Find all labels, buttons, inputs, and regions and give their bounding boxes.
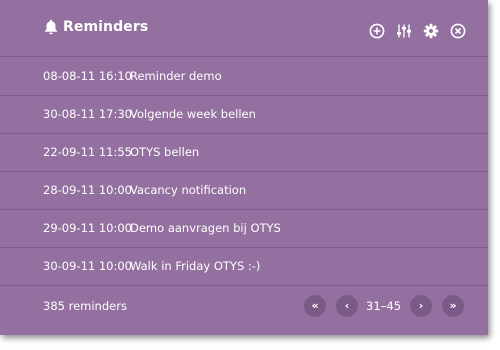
reminder-date: 22-09-11 11:55 xyxy=(43,145,132,159)
reminder-date: 08-08-11 16:10 xyxy=(43,69,132,83)
reminder-row[interactable]: 30-08-11 17:30 Volgende week bellen xyxy=(0,95,488,134)
next-page-button[interactable]: › xyxy=(410,295,432,317)
reminder-text: Demo aanvragen bij OTYS xyxy=(130,221,281,235)
reminder-text: Walk in Friday OTYS :-) xyxy=(130,259,261,273)
reminder-text: Volgende week bellen xyxy=(130,107,256,121)
reminder-row[interactable]: 22-09-11 11:55 OTYS bellen xyxy=(0,133,488,172)
add-circle-icon[interactable] xyxy=(369,23,385,39)
reminder-text: OTYS bellen xyxy=(130,145,200,159)
reminder-date: 30-09-11 10:00 xyxy=(43,259,132,273)
previous-page-button[interactable]: ‹ xyxy=(336,295,358,317)
first-page-button[interactable]: « xyxy=(304,295,326,317)
reminder-row[interactable]: 29-09-11 10:00 Demo aanvragen bij OTYS xyxy=(0,209,488,248)
reminder-row[interactable]: 30-09-11 10:00 Walk in Friday OTYS :-) xyxy=(0,247,488,286)
reminder-date: 29-09-11 10:00 xyxy=(43,221,132,235)
bell-icon xyxy=(44,19,58,35)
reminders-panel: Reminders 08-08-11 16:10 Reminder demo 3… xyxy=(0,0,488,335)
reminder-row[interactable]: 08-08-11 16:10 Reminder demo xyxy=(0,57,488,96)
reminder-count: 385 reminders xyxy=(43,299,127,313)
reminder-row[interactable]: 28-09-11 10:00 Vacancy notification xyxy=(0,171,488,210)
sliders-icon[interactable] xyxy=(396,23,412,39)
page-range: 31–45 xyxy=(366,299,402,313)
panel-header: Reminders xyxy=(0,0,488,57)
reminder-text: Vacancy notification xyxy=(130,183,247,197)
reminder-date: 30-08-11 17:30 xyxy=(43,107,132,121)
reminder-date: 28-09-11 10:00 xyxy=(43,183,132,197)
panel-footer: 385 reminders « ‹ 31–45 › » xyxy=(0,286,488,335)
last-page-button[interactable]: » xyxy=(442,295,464,317)
panel-title: Reminders xyxy=(63,19,149,35)
reminder-text: Reminder demo xyxy=(130,69,222,83)
close-circle-icon[interactable] xyxy=(450,23,466,39)
gear-icon[interactable] xyxy=(423,23,439,39)
